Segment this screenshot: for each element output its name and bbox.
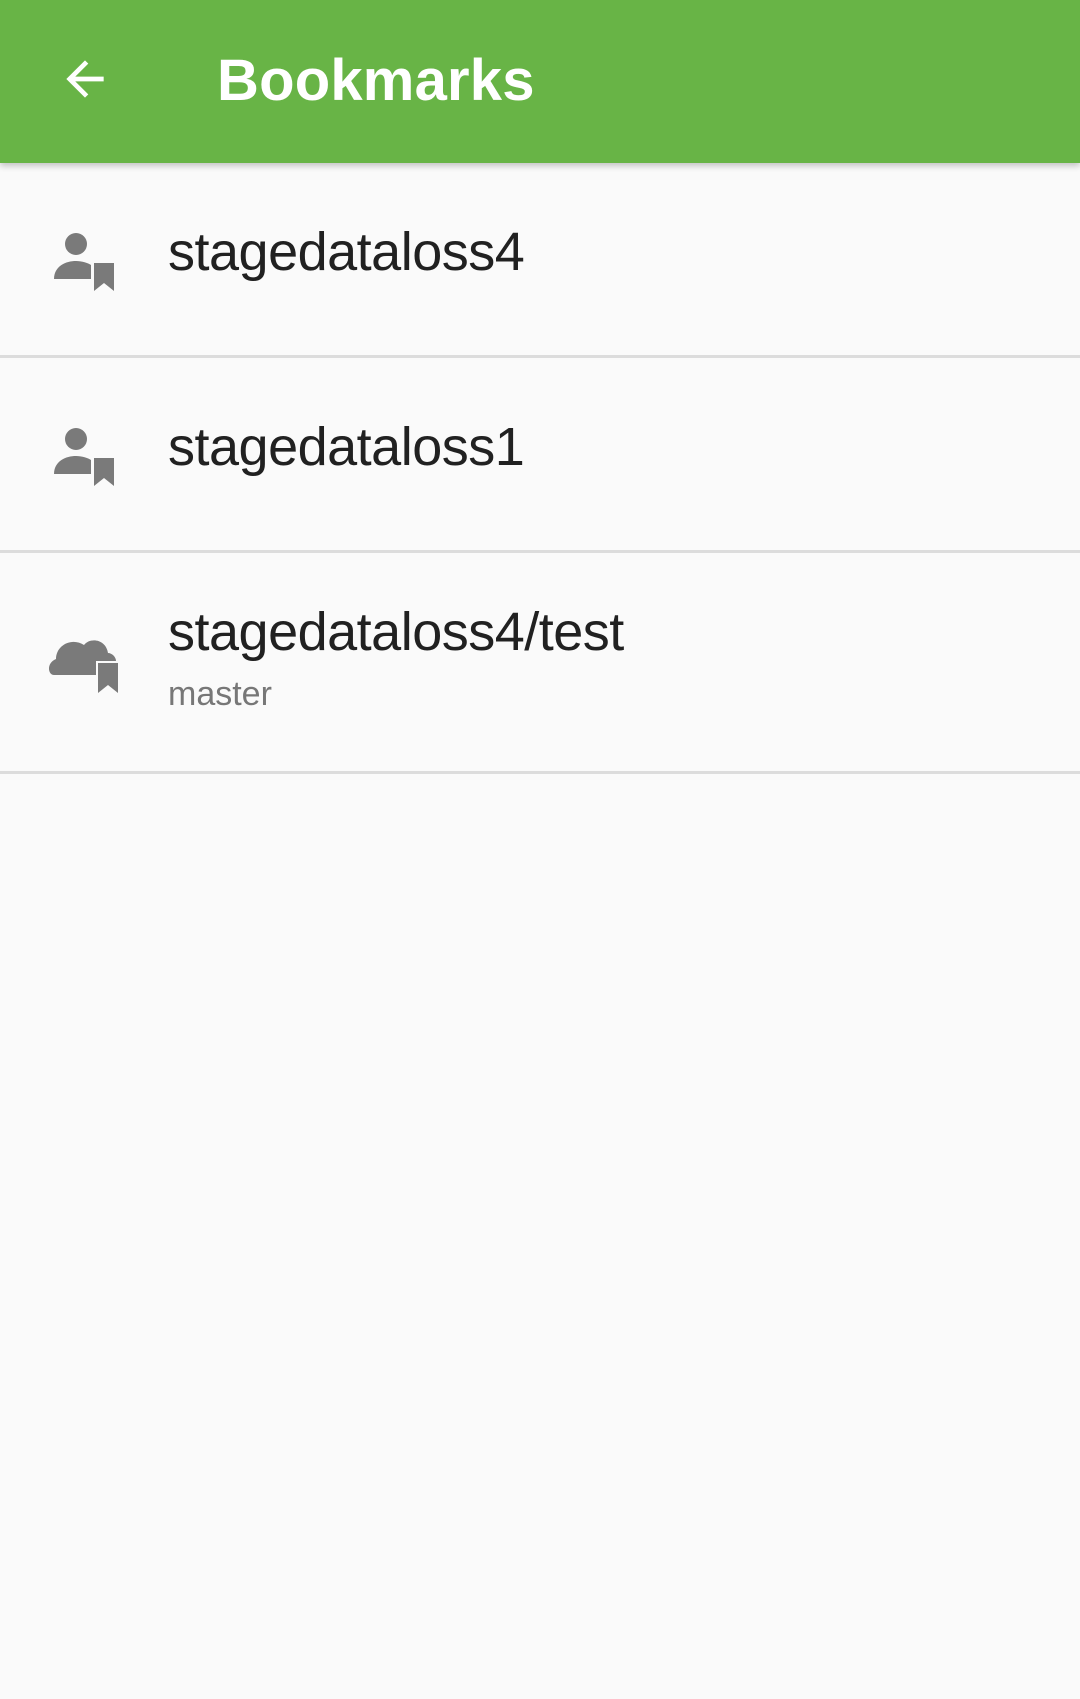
bookmark-title: stagedataloss1 bbox=[168, 417, 525, 477]
bookmark-item-repository[interactable]: stagedataloss4/test master bbox=[0, 553, 1080, 774]
back-button[interactable] bbox=[40, 34, 130, 124]
bookmark-title: stagedataloss4 bbox=[168, 222, 525, 282]
cloud-bookmark-icon bbox=[46, 619, 126, 699]
arrow-back-icon bbox=[66, 60, 104, 98]
user-bookmark-icon bbox=[46, 221, 126, 301]
user-bookmark-icon bbox=[46, 416, 126, 496]
bookmark-branch: master bbox=[168, 675, 272, 713]
bookmark-item-user[interactable]: stagedataloss1 bbox=[0, 358, 1080, 553]
app-bar: Bookmarks bbox=[0, 0, 1080, 163]
page-title: Bookmarks bbox=[217, 48, 535, 113]
bookmark-list: stagedataloss4 stagedataloss1 stagedatal… bbox=[0, 163, 1080, 774]
bookmark-title: stagedataloss4/test bbox=[168, 602, 624, 662]
bookmark-item-user[interactable]: stagedataloss4 bbox=[0, 163, 1080, 358]
